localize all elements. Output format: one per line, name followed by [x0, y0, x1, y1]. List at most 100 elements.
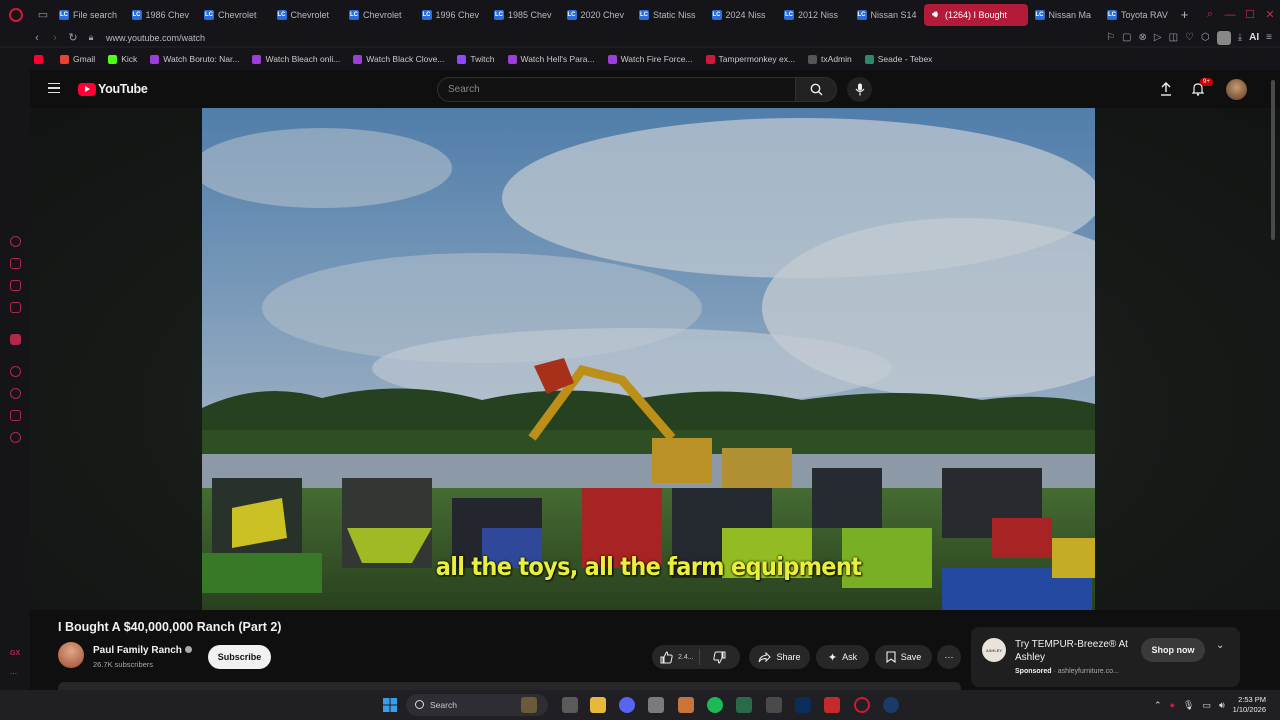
network-icon[interactable]: ▭ [1202, 700, 1211, 711]
tab[interactable]: LC 1986 Chev [127, 4, 198, 26]
steam-icon[interactable] [883, 697, 899, 713]
forward-icon[interactable]: › [46, 32, 64, 44]
new-tab-icon[interactable]: + [1175, 7, 1195, 22]
page-scrollbar[interactable] [1271, 80, 1275, 240]
ad-title[interactable]: Try TEMPUR-Breeze® At Ashley [1015, 638, 1135, 664]
tab[interactable]: LC Chevrolet [199, 4, 270, 26]
chevron-up-icon[interactable]: ⌃ [1154, 700, 1162, 711]
back-icon[interactable]: ‹ [28, 32, 46, 44]
adblock-icon[interactable]: ⊗ [1138, 32, 1146, 43]
windows-start-icon[interactable] [382, 697, 398, 713]
search-tabs-icon[interactable]: ⌕ [1200, 8, 1220, 21]
tab[interactable]: LC Chevrolet [344, 4, 415, 26]
search-button[interactable] [795, 77, 837, 102]
download-icon[interactable]: ⤓ [1238, 32, 1242, 43]
aria-ai-button[interactable]: AI [1249, 32, 1259, 43]
app-icon[interactable] [678, 697, 694, 713]
bookmark-item[interactable]: Kick [108, 54, 137, 64]
bookmark-item[interactable]: Watch Bleach onli... [252, 54, 340, 64]
tab[interactable]: LC Nissan S14 [852, 4, 923, 26]
bookmark-item[interactable]: Gmail [60, 54, 95, 64]
tab[interactable]: LC Chevrolet [272, 4, 343, 26]
bookmark-page-icon[interactable]: ⚐ [1106, 32, 1115, 43]
bookmark-item[interactable]: Watch Black Clove... [353, 54, 444, 64]
youtube-logo[interactable]: YouTube [78, 82, 148, 96]
snapshot-icon[interactable]: ▢ [1122, 32, 1131, 43]
upload-icon[interactable] [1160, 82, 1172, 96]
bookmark-item[interactable]: Watch Hell's Para... [507, 54, 595, 64]
bookmark-item[interactable]: Twitch [457, 54, 495, 64]
tab[interactable]: LC 2012 Niss [779, 4, 850, 26]
tab[interactable]: LC 2024 Niss [707, 4, 778, 26]
bookmark-item[interactable]: txAdmin [808, 54, 852, 64]
task-view-icon[interactable] [562, 697, 578, 713]
minimize-icon[interactable]: — [1220, 9, 1240, 21]
voice-search-button[interactable] [847, 77, 872, 102]
history-icon[interactable] [10, 388, 21, 399]
gx-control-icon[interactable] [10, 258, 21, 269]
save-button[interactable]: Save [875, 645, 932, 669]
spotify-icon[interactable] [707, 697, 723, 713]
player-icon[interactable]: ▷ [1154, 32, 1162, 43]
close-icon[interactable]: ✕ [1260, 8, 1280, 21]
subscribe-button[interactable]: Subscribe [208, 645, 271, 669]
excel-icon[interactable] [736, 697, 752, 713]
speed-dial-icon[interactable] [10, 236, 21, 247]
photoshop-icon[interactable] [795, 697, 811, 713]
tab[interactable]: LC File search [54, 4, 125, 26]
search-input[interactable]: Search [437, 77, 797, 102]
share-button[interactable]: Share [749, 645, 810, 669]
tab[interactable]: LC Nissan Ma [1030, 4, 1101, 26]
opera-menu-icon[interactable] [0, 0, 32, 29]
settings-gear-icon[interactable] [648, 697, 664, 713]
settings-icon[interactable] [10, 432, 21, 443]
tab[interactable]: LC 2020 Chev [562, 4, 633, 26]
ask-button[interactable]: ✦ Ask [816, 645, 869, 669]
channel-avatar[interactable] [58, 642, 84, 668]
bookmark-item[interactable]: Seade - Tebex [864, 54, 932, 64]
sidebar-more-icon[interactable]: ⋯ [10, 670, 17, 678]
extensions-icon[interactable]: ⬡ [1201, 32, 1210, 43]
clock[interactable]: 2:53 PM 1/10/2026 [1233, 695, 1266, 715]
profile-avatar[interactable] [1216, 30, 1231, 45]
filezilla-icon[interactable] [824, 697, 840, 713]
more-actions-button[interactable]: ⋯ [937, 645, 961, 669]
tab[interactable]: LC Toyota RAV [1102, 4, 1173, 26]
antivirus-icon[interactable]: ● [1170, 700, 1175, 710]
intellij-icon[interactable] [766, 697, 782, 713]
player-sidebar-icon[interactable] [10, 366, 21, 377]
chevron-down-icon[interactable]: ⌄ [1216, 640, 1224, 651]
messenger-icon[interactable] [10, 302, 21, 313]
tab-active[interactable]: 🔊︎ (1264) I Bought [924, 3, 1028, 26]
heart-icon[interactable]: ♡ [1185, 32, 1194, 43]
youtube-bookmark[interactable] [34, 54, 47, 64]
bookmark-item[interactable]: Watch Fire Force... [607, 54, 693, 64]
twitch-icon[interactable] [10, 334, 21, 345]
tab-switcher-icon[interactable]: ▭ [32, 0, 54, 29]
description-box[interactable] [58, 682, 961, 690]
like-button[interactable]: 2.4... [652, 649, 700, 665]
shop-now-button[interactable]: Shop now [1141, 638, 1205, 662]
gx-corner-icon[interactable] [10, 280, 21, 291]
bookmark-item[interactable]: Watch Boruto: Nar... [150, 54, 239, 64]
easy-setup-icon[interactable]: ≡ [1266, 32, 1272, 43]
channel-name-row[interactable]: Paul Family Ranch [93, 645, 192, 656]
account-avatar[interactable] [1226, 79, 1247, 100]
bookmark-item[interactable]: Tampermonkey ex... [705, 54, 795, 64]
maximize-icon[interactable]: ☐ [1240, 8, 1260, 21]
dislike-button[interactable] [700, 651, 738, 664]
microphone-tray-icon[interactable]: 🎙︎ [1183, 700, 1194, 711]
discord-icon[interactable] [619, 697, 635, 713]
channel-name[interactable]: Paul Family Ranch [93, 645, 182, 656]
volume-icon[interactable]: 🔊︎ [1219, 700, 1225, 711]
menu-icon[interactable] [48, 83, 60, 93]
opera-gx-icon[interactable] [854, 697, 870, 713]
video-player[interactable]: all the toys, all the farm equipment [202, 108, 1095, 610]
tab[interactable]: LC 1985 Chev [489, 4, 560, 26]
file-explorer-icon[interactable] [590, 697, 606, 713]
reload-icon[interactable]: ↻ [64, 31, 82, 44]
url-field[interactable]: www.youtube.com/watch [106, 33, 205, 43]
sponsored-ad-card[interactable]: ASHLEY Try TEMPUR-Breeze® At Ashley Spon… [971, 627, 1240, 687]
tab[interactable]: LC 1996 Chev [417, 4, 488, 26]
extensions-sidebar-icon[interactable] [10, 410, 21, 421]
